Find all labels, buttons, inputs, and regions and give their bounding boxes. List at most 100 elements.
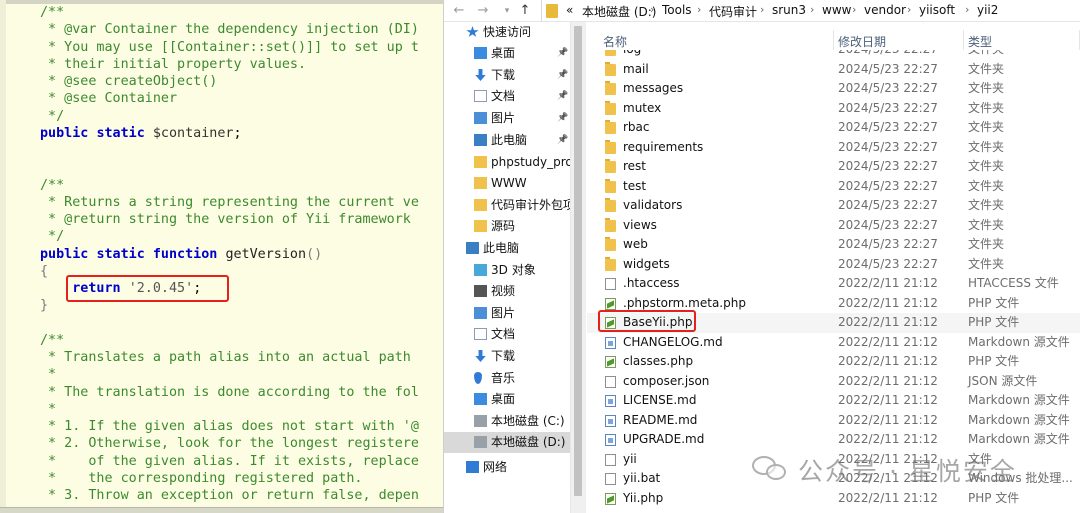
code-token: public [40, 125, 89, 141]
code-editor[interactable]: /** * @var Container the dependency inje… [0, 0, 443, 513]
nav-item[interactable]: 网络 [444, 457, 584, 478]
breadcrumb-overflow[interactable]: « [566, 3, 573, 17]
breadcrumb-chevron-icon[interactable]: › [907, 3, 911, 16]
editor-bottom-scrollbar[interactable] [0, 507, 443, 513]
file-date: 2022/2/11 21:12 [838, 412, 938, 427]
nav-item[interactable]: 视频 [444, 281, 584, 302]
breadcrumb-chevron-icon[interactable]: › [810, 3, 814, 16]
navigation-scrollbar[interactable] [570, 22, 586, 513]
file-row[interactable]: UPGRADE.md 2022/2/11 21:12 Markdown 源文件 [587, 430, 1080, 450]
column-header-type[interactable]: 类型 [968, 33, 992, 50]
nav-item[interactable]: 本地磁盘 (C:) [444, 411, 584, 432]
code-token: * The translation is done according to t… [40, 384, 419, 400]
folder-icon [605, 256, 616, 271]
file-date: 2024/5/23 22:27 [838, 217, 938, 232]
folder-icon [605, 217, 616, 232]
breadcrumb-segment[interactable]: 代码审计 [709, 3, 757, 20]
column-header-name[interactable]: 名称 [603, 33, 627, 50]
scrollbar-thumb[interactable] [574, 26, 582, 496]
code-line: * The translation is done according to t… [40, 384, 419, 402]
nav-item[interactable]: 图片 📌 [444, 108, 584, 129]
breadcrumb-segment[interactable]: srun3 [772, 3, 806, 17]
file-row[interactable]: rest 2024/5/23 22:27 文件夹 [587, 157, 1080, 177]
code-line: * @return string the version of Yii fram… [40, 211, 411, 229]
file-row[interactable]: mutex 2024/5/23 22:27 文件夹 [587, 99, 1080, 119]
nav-item[interactable]: 下载 [444, 346, 584, 367]
highlight-box-return-version [66, 275, 229, 302]
file-row[interactable]: Yii.php 2022/2/11 21:12 PHP 文件 [587, 489, 1080, 509]
breadcrumb-chevron-icon[interactable]: › [852, 3, 856, 16]
pin-icon[interactable]: 📌 [557, 43, 568, 64]
pin-icon[interactable]: 📌 [557, 108, 568, 129]
nav-item[interactable]: 快速访问 [444, 22, 584, 43]
file-row[interactable]: widgets 2024/5/23 22:27 文件夹 [587, 255, 1080, 275]
column-divider[interactable] [963, 30, 964, 50]
back-arrow-icon[interactable]: ← [450, 2, 468, 20]
nav-item[interactable]: 文档 [444, 324, 584, 345]
nav-item[interactable]: phpstudy_pro [444, 152, 584, 173]
up-arrow-icon[interactable]: ↑ [516, 2, 534, 20]
nav-item[interactable]: 此电脑 📌 [444, 130, 584, 151]
code-token: * @see Container [40, 91, 178, 107]
recent-dropdown-icon[interactable]: ▾ [498, 2, 516, 20]
file-row[interactable]: .htaccess 2022/2/11 21:12 HTACCESS 文件 [587, 274, 1080, 294]
forward-arrow-icon[interactable]: → [474, 2, 492, 20]
nav-item[interactable]: 下载 📌 [444, 65, 584, 86]
nav-item[interactable]: 源码 [444, 216, 584, 237]
code-token: function [152, 246, 218, 262]
php-file-icon [605, 356, 616, 368]
code-line: * 1. If the given alias does not start w… [40, 418, 419, 436]
nav-item[interactable]: 代码审计外包项目 [444, 195, 584, 216]
file-row[interactable]: requirements 2024/5/23 22:27 文件夹 [587, 138, 1080, 158]
breadcrumb-segment[interactable]: vendor [864, 3, 906, 17]
network-icon [466, 461, 479, 473]
nav-item[interactable]: 此电脑 [444, 238, 584, 259]
file-row[interactable]: README.md 2022/2/11 21:12 Markdown 源文件 [587, 411, 1080, 431]
file-row[interactable]: composer.json 2022/2/11 21:12 JSON 源文件 [587, 372, 1080, 392]
code-line: */ [40, 108, 64, 126]
nav-item[interactable]: 本地磁盘 (D:) [444, 432, 584, 453]
breadcrumb-chevron-icon[interactable]: › [760, 3, 764, 16]
file-row[interactable]: LICENSE.md 2022/2/11 21:12 Markdown 源文件 [587, 391, 1080, 411]
nav-item[interactable]: 文档 📌 [444, 86, 584, 107]
breadcrumb-segment[interactable]: yiisoft [919, 3, 955, 17]
pin-icon[interactable]: 📌 [557, 130, 568, 151]
breadcrumb-segment[interactable]: www [822, 3, 851, 17]
pin-icon[interactable]: 📌 [557, 86, 568, 107]
nav-item[interactable]: 图片 [444, 303, 584, 324]
file-row[interactable]: validators 2024/5/23 22:27 文件夹 [587, 196, 1080, 216]
breadcrumb-segment[interactable]: yii2 [977, 3, 998, 17]
nav-item-label: 图片 [491, 306, 516, 320]
breadcrumb-segment[interactable]: 本地磁盘 (D:) [582, 3, 656, 20]
address-bar[interactable]: «本地磁盘 (D:) › Tools › 代码审计 › srun3 › www › vendor › y… [541, 0, 1080, 22]
file-row[interactable]: messages 2024/5/23 22:27 文件夹 [587, 79, 1080, 99]
code-line: * of the given alias. If it exists, repl… [40, 453, 419, 471]
nav-item[interactable]: 桌面 📌 [444, 43, 584, 64]
pin-icon[interactable]: 📌 [557, 65, 568, 86]
breadcrumb-chevron-icon[interactable]: › [650, 3, 654, 16]
code-token: * @return string the version of Yii fram… [40, 212, 411, 227]
nav-item[interactable]: 音乐 [444, 368, 584, 389]
nav-item[interactable]: WWW [444, 173, 584, 194]
column-divider[interactable] [833, 30, 834, 50]
file-row[interactable]: views 2024/5/23 22:27 文件夹 [587, 216, 1080, 236]
php-file-icon [605, 297, 616, 310]
nav-item-label: phpstudy_pro [491, 155, 573, 169]
code-token: ; [233, 125, 242, 141]
nav-item[interactable]: 3D 对象 [444, 260, 584, 281]
navigation-pane: 快速访问 桌面 📌 下载 📌 文档 📌 图片 📌 此电脑 📌 phpstudy_pro WWW 代码审计外… [444, 22, 586, 513]
column-header-date[interactable]: 修改日期 [838, 33, 886, 50]
file-row[interactable]: mail 2024/5/23 22:27 文件夹 [587, 60, 1080, 80]
file-row[interactable]: test 2024/5/23 22:27 文件夹 [587, 177, 1080, 197]
nav-item-label: 音乐 [491, 371, 516, 385]
breadcrumb-chevron-icon[interactable]: › [697, 3, 701, 16]
nav-item[interactable]: 桌面 [444, 389, 584, 410]
file-row[interactable]: web 2024/5/23 22:27 文件夹 [587, 235, 1080, 255]
breadcrumb-chevron-icon[interactable]: › [965, 3, 969, 16]
code-token: public [40, 246, 89, 262]
breadcrumb-segment[interactable]: Tools [662, 3, 692, 17]
file-row[interactable]: CHANGELOG.md 2022/2/11 21:12 Markdown 源文件 [587, 333, 1080, 353]
file-row[interactable]: classes.php 2022/2/11 21:12 PHP 文件 [587, 352, 1080, 372]
wechat-logo-icon [752, 454, 790, 482]
file-row[interactable]: rbac 2024/5/23 22:27 文件夹 [587, 118, 1080, 138]
